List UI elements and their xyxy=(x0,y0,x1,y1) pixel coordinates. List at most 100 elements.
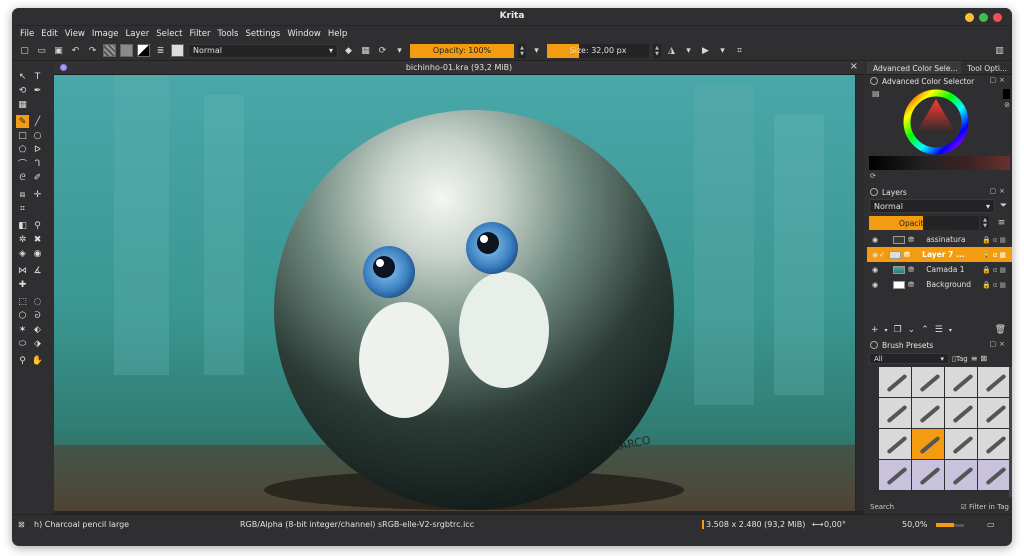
assistant-tool-icon[interactable]: ⋈ xyxy=(16,264,29,277)
layer-row-assinatura[interactable]: ◉ ⛃ assinatura 🔒α▦ xyxy=(867,232,1012,247)
menu-file[interactable]: File xyxy=(20,29,34,39)
chevron-down-icon[interactable]: ▾ xyxy=(682,44,695,57)
layer-opacity-slider[interactable]: Opacity: 49% xyxy=(869,216,979,230)
magnetic-select-icon[interactable]: ⬗ xyxy=(31,337,44,350)
visibility-eye-icon[interactable]: ◉ xyxy=(867,266,883,274)
filter-icon[interactable]: ⏷ xyxy=(997,200,1010,213)
visibility-eye-icon[interactable]: ◉ xyxy=(867,236,883,244)
polygon-select-icon[interactable]: ⬡ xyxy=(16,309,29,322)
brush-preset-item[interactable] xyxy=(945,460,977,490)
brush-preset-item[interactable] xyxy=(879,367,911,397)
close-document-icon[interactable]: × xyxy=(850,61,858,72)
new-document-icon[interactable]: ▢ xyxy=(18,44,31,57)
tab-tool-options[interactable]: Tool Opti... xyxy=(961,61,1012,74)
open-document-icon[interactable]: ▭ xyxy=(35,44,48,57)
contiguous-select-icon[interactable]: ✶ xyxy=(16,323,29,336)
brush-preset-item-selected[interactable] xyxy=(912,429,944,459)
brush-presets-scrollbar[interactable] xyxy=(1009,367,1012,497)
gradient-selector[interactable] xyxy=(103,44,116,57)
panel-float-close-icon[interactable]: ▢× xyxy=(990,76,1008,84)
similar-select-icon[interactable]: ⬖ xyxy=(31,323,44,336)
brush-search-input[interactable]: Search xyxy=(870,503,894,511)
ellipse-select-icon[interactable]: ◌ xyxy=(31,295,44,308)
delete-layer-icon[interactable]: 🗑 xyxy=(995,325,1006,335)
chevron-down-icon[interactable]: ▾ xyxy=(716,44,729,57)
polyline-icon[interactable]: ᐅ xyxy=(31,143,44,156)
import-resource-icon[interactable]: ⊠ xyxy=(980,354,987,363)
pattern-selector[interactable] xyxy=(120,44,133,57)
document-tab-title[interactable]: bichinho-01.kra (93,2 MiB) xyxy=(54,63,864,72)
line-tool-icon[interactable]: ╱ xyxy=(31,115,44,128)
color-reset-icon[interactable]: ⊘ xyxy=(1004,101,1010,109)
text-tool-icon[interactable]: T xyxy=(31,70,44,83)
brush-preset-item[interactable] xyxy=(978,367,1010,397)
save-icon[interactable]: ▣ xyxy=(52,44,65,57)
pan-icon[interactable]: ✋ xyxy=(31,354,44,367)
rect-select-icon[interactable]: ⬚ xyxy=(16,295,29,308)
fill-tool-icon[interactable]: ◈ xyxy=(16,247,29,260)
calligraphy-icon[interactable]: ✒ xyxy=(31,84,44,97)
minimize-button[interactable] xyxy=(965,13,974,22)
bezier-icon[interactable]: ⌒ xyxy=(16,157,29,170)
refresh-icon[interactable]: ⟳ xyxy=(870,172,876,180)
mirror-horizontal-icon[interactable]: ◮ xyxy=(665,44,678,57)
edit-shape-icon[interactable]: ⟲ xyxy=(16,84,29,97)
chevron-down-icon[interactable]: ▾ xyxy=(530,44,543,57)
brush-settings-icon[interactable]: ≣ xyxy=(154,44,167,57)
pattern-icon[interactable]: ▦ xyxy=(16,98,29,111)
add-layer-icon[interactable]: + xyxy=(871,325,879,335)
menu-image[interactable]: Image xyxy=(92,29,119,39)
layer-opacity-spinner[interactable]: ▲ ▼ xyxy=(981,216,989,230)
layer-properties-icons[interactable]: 🔒α▦ xyxy=(982,281,1008,289)
enclose-fill-icon[interactable]: ◉ xyxy=(31,247,44,260)
crop-tool-icon[interactable]: ⌗ xyxy=(16,202,29,215)
panel-float-close-icon[interactable]: ▢× xyxy=(990,340,1008,348)
redo-icon[interactable]: ↷ xyxy=(86,44,99,57)
menu-tools[interactable]: Tools xyxy=(218,29,239,39)
brush-preset-item[interactable] xyxy=(912,367,944,397)
chevron-down-icon[interactable]: ▾ xyxy=(393,44,406,57)
bezier-select-icon[interactable]: ⬭ xyxy=(16,337,29,350)
fullscreen-icon[interactable]: ▭ xyxy=(987,520,995,529)
select-shape-icon[interactable]: ↖ xyxy=(16,70,29,83)
size-spinner[interactable]: ▲ ▼ xyxy=(653,43,661,58)
menu-settings[interactable]: Settings xyxy=(245,29,280,39)
menu-edit[interactable]: Edit xyxy=(41,29,57,39)
rotation-icon[interactable]: ⟷ xyxy=(812,520,823,529)
menu-help[interactable]: Help xyxy=(328,29,347,39)
ellipse-icon[interactable]: ○ xyxy=(31,129,44,142)
maximize-button[interactable] xyxy=(979,13,988,22)
layers-menu-icon[interactable]: ≡ xyxy=(995,217,1008,230)
panel-float-close-icon[interactable]: ▢× xyxy=(990,187,1008,195)
tab-advanced-color-selector[interactable]: Advanced Color Sele... xyxy=(867,61,962,74)
layer-properties-icons[interactable]: 🔒α▦ xyxy=(982,266,1008,274)
view-options-icon[interactable]: ≡ xyxy=(971,354,978,363)
multibrush-icon[interactable]: ✐ xyxy=(31,171,44,184)
filter-in-tag-checkbox[interactable]: ☑ Filter in Tag xyxy=(960,503,1009,511)
brush-preset-item[interactable] xyxy=(945,429,977,459)
dock-layout-icon[interactable]: ▥ xyxy=(993,44,1006,57)
menu-view[interactable]: View xyxy=(65,29,85,39)
blend-mode-select[interactable]: Normal ▾ xyxy=(188,43,338,58)
brush-preset-item[interactable] xyxy=(978,460,1010,490)
layer-row-background[interactable]: ◉ ⛃ Background 🔒α▦ xyxy=(867,277,1012,292)
menu-select[interactable]: Select xyxy=(156,29,182,39)
layer-row-camada-1[interactable]: ◉ ⛃ Camada 1 🔒α▦ xyxy=(867,262,1012,277)
dynamic-brush-icon[interactable]: ᘓ xyxy=(16,171,29,184)
chevron-down-icon[interactable]: ▾ xyxy=(949,327,952,334)
brush-preview-icon[interactable]: ⊠ xyxy=(18,520,25,529)
tag-button[interactable]: ▯Tag xyxy=(952,355,968,363)
brush-preset-item[interactable] xyxy=(879,460,911,490)
alpha-lock-icon[interactable]: ▦ xyxy=(359,44,372,57)
move-icon[interactable]: ✛ xyxy=(31,188,44,201)
wrap-around-icon[interactable]: ▶ xyxy=(699,44,712,57)
brush-preset-item[interactable] xyxy=(945,398,977,428)
foreground-color-swatch[interactable] xyxy=(1003,89,1010,99)
painting-canvas[interactable]: MARCO xyxy=(54,75,855,511)
eraser-icon[interactable]: ◆ xyxy=(342,44,355,57)
brush-preset-item[interactable] xyxy=(879,398,911,428)
menu-filter[interactable]: Filter xyxy=(189,29,210,39)
colorize-mask-icon[interactable]: ✲ xyxy=(16,233,29,246)
brush-preset-item[interactable] xyxy=(978,429,1010,459)
freehand-select-icon[interactable]: ᘐ xyxy=(31,309,44,322)
